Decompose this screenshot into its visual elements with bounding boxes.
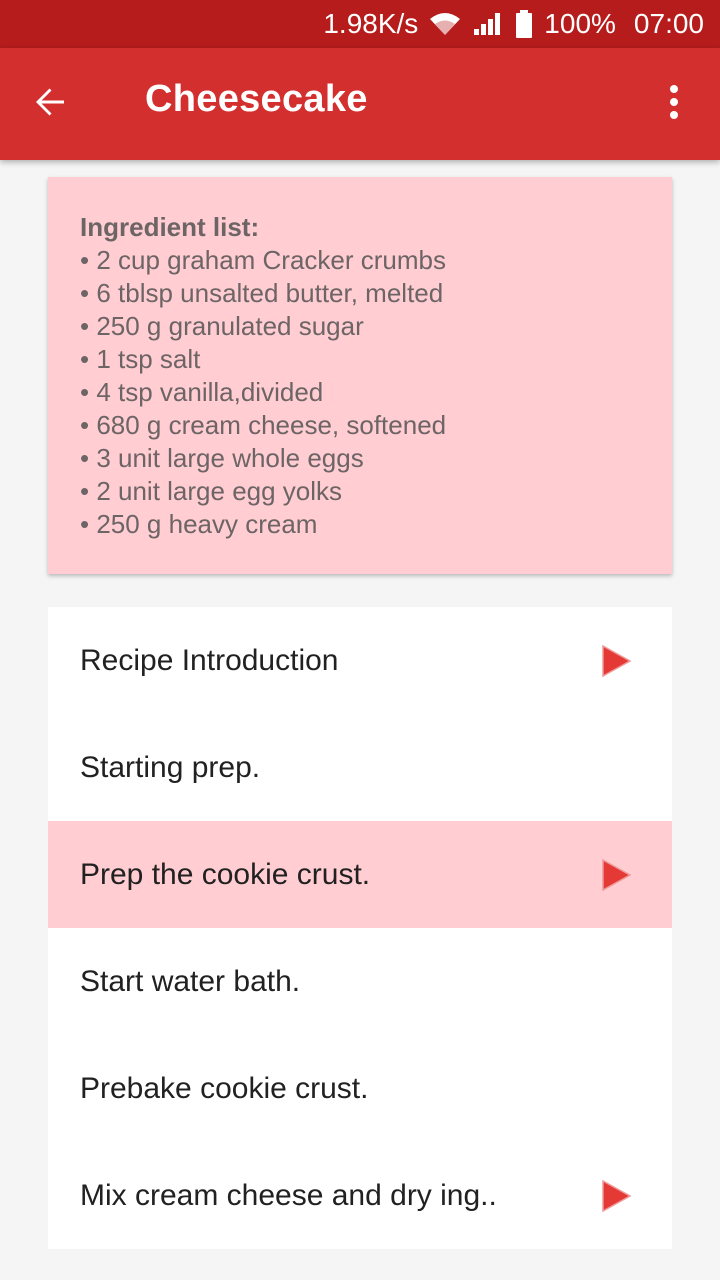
play-icon bbox=[600, 1179, 632, 1212]
play-icon bbox=[600, 644, 632, 677]
ingredient-item: • 6 tblsp unsalted butter, melted bbox=[80, 278, 444, 308]
step-label: Prebake cookie crust. bbox=[80, 1071, 369, 1105]
ingredient-item: • 250 g heavy cream bbox=[80, 509, 318, 539]
step-item-recipe-introduction[interactable]: Recipe Introduction bbox=[48, 607, 672, 714]
battery-icon bbox=[514, 9, 534, 39]
app-bar: Cheesecake bbox=[0, 48, 720, 160]
step-label: Recipe Introduction bbox=[80, 643, 339, 677]
status-bar: 1.98K/s 100% 07:00 bbox=[0, 0, 720, 48]
arrow-back-icon bbox=[32, 84, 68, 125]
ingredient-item: • 3 unit large whole eggs bbox=[80, 443, 364, 473]
network-speed: 1.98K/s bbox=[323, 8, 419, 39]
step-item-start-water-bath[interactable]: Start water bath. bbox=[48, 928, 672, 1035]
step-item-prep-cookie-crust[interactable]: Prep the cookie crust. bbox=[48, 821, 672, 928]
step-label: Starting prep. bbox=[80, 750, 261, 784]
more-vert-icon bbox=[668, 84, 680, 125]
battery-level: 100% bbox=[544, 8, 616, 39]
ingredient-item: • 2 unit large egg yolks bbox=[80, 476, 343, 506]
page-title: Cheesecake bbox=[145, 78, 368, 120]
wifi-icon bbox=[428, 11, 462, 37]
clock: 07:00 bbox=[633, 8, 704, 39]
ingredient-item: • 2 cup graham Cracker crumbs bbox=[80, 245, 447, 275]
overflow-menu-button[interactable] bbox=[646, 76, 702, 132]
step-label: Start water bath. bbox=[80, 964, 301, 998]
ingredient-list-title: Ingredient list: bbox=[80, 212, 260, 242]
ingredient-item: • 250 g granulated sugar bbox=[80, 311, 364, 341]
ingredient-card: Ingredient list: • 2 cup graham Cracker … bbox=[48, 177, 672, 574]
step-item-prebake-cookie-crust[interactable]: Prebake cookie crust. bbox=[48, 1035, 672, 1142]
signal-icon bbox=[472, 11, 504, 37]
ingredient-item: • 4 tsp vanilla,divided bbox=[80, 377, 324, 407]
ingredient-item: • 680 g cream cheese, softened bbox=[80, 410, 447, 440]
step-label: Prep the cookie crust. bbox=[80, 857, 371, 891]
step-item-mix-cream-cheese[interactable]: Mix cream cheese and dry ing.. bbox=[48, 1142, 672, 1249]
recipe-steps-list: Recipe Introduction Starting prep. Prep … bbox=[48, 607, 672, 1249]
play-icon bbox=[600, 858, 632, 891]
back-button[interactable] bbox=[22, 76, 78, 132]
step-label: Mix cream cheese and dry ing.. bbox=[80, 1178, 497, 1212]
ingredient-item: • 1 tsp salt bbox=[80, 344, 201, 374]
step-item-starting-prep[interactable]: Starting prep. bbox=[48, 714, 672, 821]
